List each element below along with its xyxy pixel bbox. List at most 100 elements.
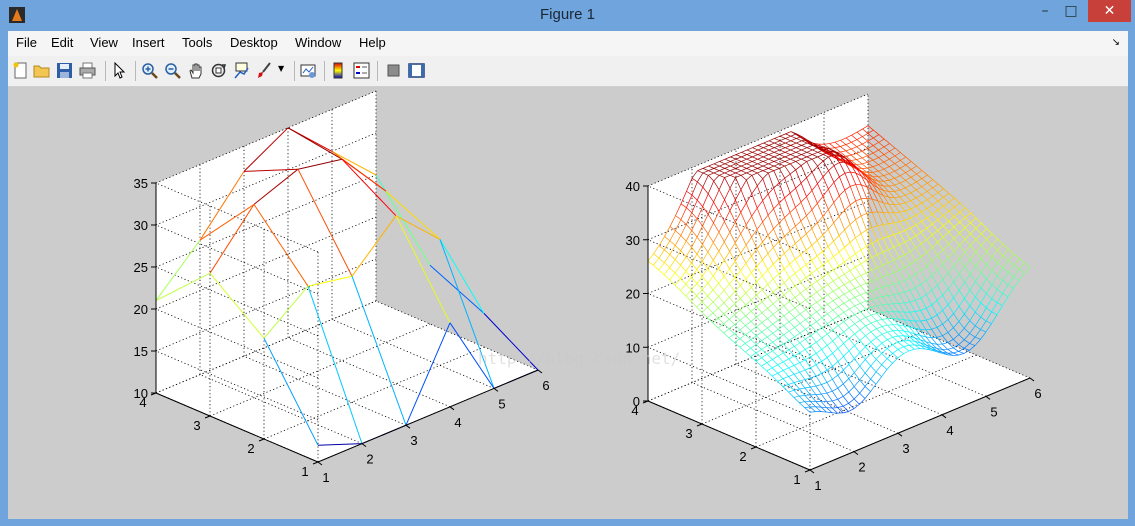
mesh-line bbox=[878, 149, 885, 155]
mesh-line bbox=[916, 165, 923, 171]
zoom-in-icon[interactable] bbox=[141, 62, 158, 79]
mesh-line bbox=[899, 182, 906, 189]
y-tick bbox=[804, 469, 811, 473]
mesh-line bbox=[975, 281, 982, 289]
mesh-line bbox=[871, 297, 877, 300]
mesh-line bbox=[942, 249, 949, 259]
toolbar-separator bbox=[294, 61, 295, 81]
x-tick-label: 2 bbox=[366, 452, 373, 467]
x-tick-label: 5 bbox=[990, 404, 997, 419]
legend-icon[interactable] bbox=[353, 62, 370, 79]
save-icon[interactable] bbox=[56, 62, 73, 79]
close-button[interactable]: ✕ bbox=[1088, 0, 1131, 22]
mesh-line bbox=[909, 264, 916, 275]
mesh-line bbox=[942, 304, 949, 311]
title-bar[interactable]: Figure 1 – □ ✕ bbox=[0, 0, 1135, 31]
mesh-line bbox=[954, 197, 961, 204]
mesh-line bbox=[882, 304, 888, 312]
mesh-line bbox=[921, 182, 928, 187]
mesh-line bbox=[887, 303, 894, 312]
mesh-line bbox=[909, 311, 916, 322]
mesh-line bbox=[894, 155, 901, 161]
pointer-icon[interactable] bbox=[111, 62, 128, 79]
maximize-button[interactable]: □ bbox=[1058, 0, 1084, 22]
y-tick-label: 2 bbox=[739, 449, 746, 464]
zoom-out-icon[interactable] bbox=[164, 62, 181, 79]
menu-help[interactable]: Help bbox=[359, 35, 386, 50]
menu-edit[interactable]: Edit bbox=[51, 35, 73, 50]
mesh-line bbox=[878, 146, 885, 151]
mesh-line bbox=[926, 223, 933, 229]
mesh-line bbox=[936, 335, 943, 338]
mesh-line bbox=[888, 179, 895, 186]
data-cursor-icon[interactable] bbox=[233, 62, 250, 79]
brush-icon[interactable] bbox=[256, 62, 273, 79]
mesh-line bbox=[926, 208, 933, 215]
menu-view[interactable]: View bbox=[90, 35, 118, 50]
mesh-line bbox=[915, 243, 922, 249]
new-figure-icon[interactable] bbox=[12, 62, 29, 79]
mesh-line bbox=[871, 299, 878, 307]
print-icon[interactable] bbox=[79, 62, 96, 79]
mesh-line bbox=[867, 155, 874, 161]
mesh-line bbox=[969, 296, 976, 306]
minimize-button[interactable]: – bbox=[1032, 0, 1058, 22]
mesh-line bbox=[948, 206, 955, 212]
menu-window[interactable]: Window bbox=[295, 35, 341, 50]
colorbar-icon[interactable] bbox=[330, 62, 347, 79]
mesh-line bbox=[876, 288, 883, 297]
mesh-line bbox=[889, 163, 895, 167]
mesh-line bbox=[883, 180, 890, 187]
pan-icon[interactable] bbox=[187, 62, 204, 79]
mesh-line bbox=[883, 143, 890, 148]
mesh-line bbox=[985, 311, 992, 322]
mesh-line bbox=[948, 210, 955, 217]
show-plot-tools-icon[interactable] bbox=[408, 62, 425, 79]
mesh-line bbox=[1002, 272, 1009, 281]
x-tick-label: 2 bbox=[858, 460, 865, 475]
mesh-line bbox=[920, 310, 927, 321]
figure-canvas[interactable]: 1 2 3 4 5 6 1 2 3 4 10 15 20 25 30 35 1 2 3 4 5 6 1 2 3 4 0 10 20 30 4… bbox=[8, 87, 1128, 519]
mesh-line bbox=[969, 345, 976, 351]
open-file-icon[interactable] bbox=[33, 62, 50, 79]
menu-file[interactable]: File bbox=[16, 35, 37, 50]
menu-desktop[interactable]: Desktop bbox=[230, 35, 278, 50]
mesh-line bbox=[975, 287, 982, 298]
mesh-line bbox=[883, 168, 890, 174]
mesh-line bbox=[904, 277, 911, 281]
mesh-line bbox=[975, 245, 982, 253]
mesh-line bbox=[931, 255, 938, 262]
rotate-3d-icon[interactable] bbox=[210, 62, 227, 79]
mesh-line bbox=[883, 151, 890, 155]
x-tick-label: 3 bbox=[410, 433, 417, 448]
mesh-line bbox=[986, 233, 993, 240]
mesh-line bbox=[959, 245, 966, 253]
brush-dropdown-icon[interactable]: ▼ bbox=[278, 64, 284, 73]
mesh-line bbox=[948, 201, 955, 208]
mesh-line bbox=[1002, 260, 1009, 268]
mesh-line bbox=[997, 243, 1004, 251]
mesh-line bbox=[915, 297, 921, 301]
toolbar-separator bbox=[324, 61, 325, 81]
mesh-line bbox=[920, 270, 927, 281]
mesh-line bbox=[878, 170, 884, 176]
mesh-line bbox=[898, 279, 905, 283]
dock-arrow-icon[interactable]: ↘ bbox=[1112, 37, 1120, 48]
mesh-line bbox=[910, 165, 917, 170]
mesh-line bbox=[943, 201, 950, 207]
mesh-line bbox=[898, 302, 905, 304]
z-tick-label: 25 bbox=[134, 260, 148, 275]
hide-plot-tools-icon[interactable] bbox=[385, 62, 402, 79]
x-tick bbox=[853, 451, 859, 456]
mesh-line bbox=[974, 329, 981, 338]
link-plot-icon[interactable] bbox=[300, 62, 317, 79]
mesh-line bbox=[892, 311, 899, 320]
menu-insert[interactable]: Insert bbox=[132, 35, 165, 50]
mesh-line bbox=[959, 227, 966, 234]
mesh-line bbox=[877, 211, 884, 225]
menu-tools[interactable]: Tools bbox=[182, 35, 212, 50]
mesh-line bbox=[925, 328, 932, 331]
y-tick-label: 3 bbox=[685, 426, 692, 441]
mesh-line bbox=[871, 280, 878, 290]
mesh-line bbox=[867, 133, 874, 139]
